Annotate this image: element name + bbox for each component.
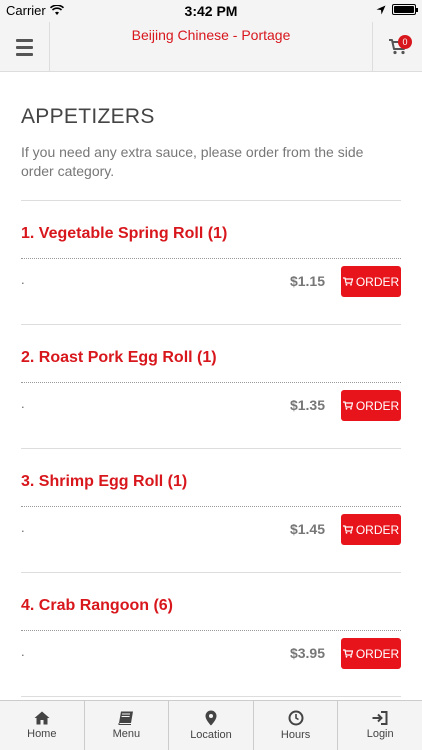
- book-icon: [118, 711, 134, 725]
- hamburger-menu-button[interactable]: [0, 22, 50, 72]
- cart-icon: [342, 649, 353, 658]
- menu-item[interactable]: 1. Vegetable Spring Roll (1) . $1.15 ORD…: [21, 201, 401, 325]
- battery-icon: [392, 4, 418, 15]
- app-header: Beijing Chinese - Portage 0: [0, 22, 422, 72]
- nav-label: Menu: [112, 728, 141, 740]
- nav-label: Home: [27, 728, 57, 740]
- menu-item[interactable]: 3. Shrimp Egg Roll (1) . $1.45 ORDER: [21, 449, 401, 573]
- menu-item[interactable]: 2. Roast Pork Egg Roll (1) . $1.35 ORDER: [21, 325, 401, 449]
- dotted-divider: [21, 382, 401, 383]
- item-price: $1.15: [289, 273, 325, 289]
- nav-label: Location: [190, 729, 232, 741]
- cart-button[interactable]: 0: [372, 22, 422, 72]
- status-time: 3:42 PM: [184, 3, 238, 19]
- dotted-divider: [21, 258, 401, 259]
- item-name[interactable]: 2. Roast Pork Egg Roll (1): [21, 349, 217, 367]
- order-button[interactable]: ORDER: [341, 390, 401, 421]
- hamburger-icon-bar: [16, 52, 33, 56]
- item-description: .: [21, 396, 25, 411]
- nav-location[interactable]: Location: [169, 701, 254, 750]
- cart-count-badge: 0: [398, 35, 412, 49]
- item-description: .: [21, 644, 25, 659]
- item-price: $1.35: [289, 397, 325, 413]
- nav-hours[interactable]: Hours: [254, 701, 339, 750]
- dotted-divider: [21, 630, 401, 631]
- nav-menu[interactable]: Menu: [85, 701, 170, 750]
- status-bar: Carrier 3:42 PM: [0, 0, 422, 22]
- dotted-divider: [21, 506, 401, 507]
- section-title: APPETIZERS: [21, 105, 155, 128]
- nav-label: Hours: [280, 729, 311, 741]
- hamburger-icon-bar: [16, 38, 33, 42]
- menu-content[interactable]: APPETIZERS If you need any extra sauce, …: [0, 72, 422, 700]
- cart-icon: [342, 525, 353, 534]
- item-price: $1.45: [289, 521, 325, 537]
- order-button-label: ORDER: [355, 398, 400, 413]
- section-description: If you need any extra sauce, please orde…: [21, 144, 364, 179]
- cart-icon: [342, 277, 353, 286]
- order-button-label: ORDER: [355, 274, 400, 289]
- item-name[interactable]: 3. Shrimp Egg Roll (1): [21, 473, 187, 491]
- menu-item[interactable]: 4. Crab Rangoon (6) . $3.95 ORDER: [21, 573, 401, 697]
- nav-login[interactable]: Login: [338, 701, 422, 750]
- nav-home[interactable]: Home: [0, 701, 85, 750]
- item-description: .: [21, 272, 25, 287]
- nav-label: Login: [366, 728, 394, 740]
- status-right: [376, 4, 418, 15]
- bottom-nav: Home Menu Location Hours Login: [0, 700, 422, 750]
- item-name[interactable]: 4. Crab Rangoon (6): [21, 597, 173, 615]
- restaurant-title: Beijing Chinese - Portage: [131, 27, 291, 43]
- order-button-label: ORDER: [355, 522, 400, 537]
- map-pin-icon: [205, 710, 217, 726]
- item-description: .: [21, 520, 25, 535]
- item-name[interactable]: 1. Vegetable Spring Roll (1): [21, 225, 227, 243]
- order-button[interactable]: ORDER: [341, 514, 401, 545]
- login-icon: [372, 711, 388, 725]
- item-price: $3.95: [289, 645, 325, 661]
- clock-icon: [288, 710, 304, 726]
- order-button[interactable]: ORDER: [341, 638, 401, 669]
- hamburger-icon-bar: [16, 45, 33, 49]
- location-arrow-icon: [376, 5, 386, 14]
- home-icon: [34, 711, 50, 725]
- order-button[interactable]: ORDER: [341, 266, 401, 297]
- cart-icon: [342, 401, 353, 410]
- order-button-label: ORDER: [355, 646, 400, 661]
